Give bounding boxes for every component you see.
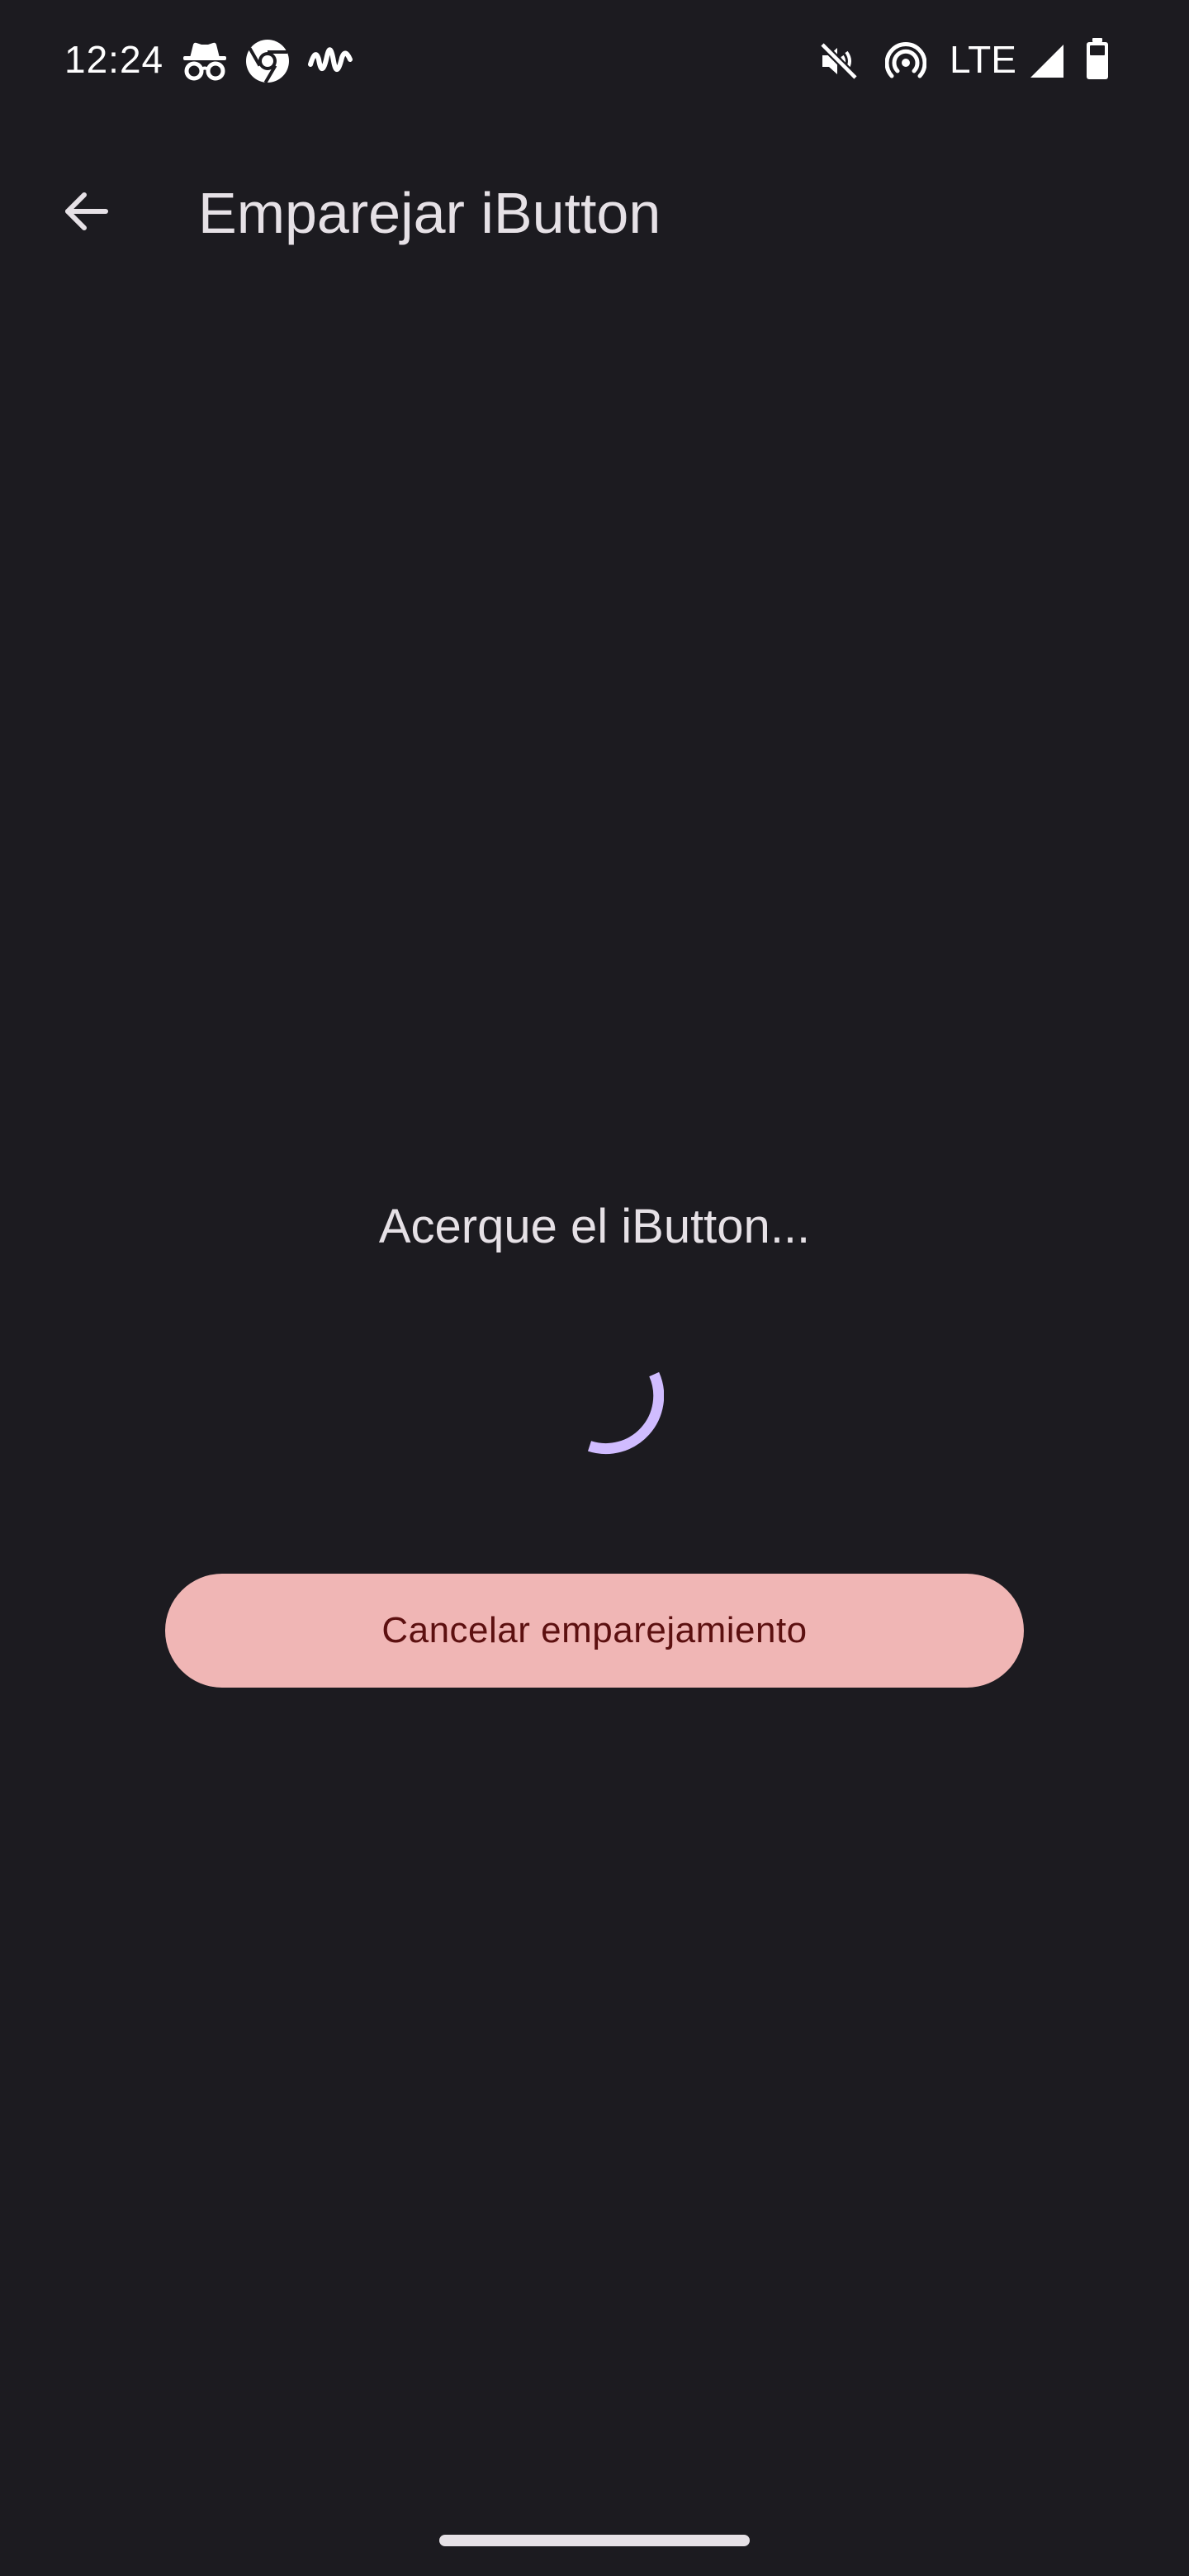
cancel-pairing-button[interactable]: Cancelar emparejamiento xyxy=(165,1574,1024,1688)
status-bar: 12:24 LTE xyxy=(0,0,1189,122)
mute-icon xyxy=(819,41,859,81)
chrome-icon xyxy=(244,38,291,84)
incognito-icon xyxy=(182,40,228,83)
app-bar: Emparejar iButton xyxy=(0,149,1189,272)
signal-icon xyxy=(1029,43,1065,79)
loading-spinner xyxy=(545,1336,665,1455)
pulse-icon xyxy=(307,40,353,83)
page-title: Emparejar iButton xyxy=(198,181,661,245)
battery-icon xyxy=(1085,38,1110,81)
pairing-screen: 12:24 LTE Emparejar iButton Acerque el i… xyxy=(0,0,1189,2576)
status-time: 12:24 xyxy=(64,38,164,81)
pairing-prompt: Acerque el iButton... xyxy=(378,1200,811,1253)
hotspot-icon xyxy=(885,41,926,81)
network-type: LTE xyxy=(950,38,1016,81)
cancel-pairing-label: Cancelar emparejamiento xyxy=(381,1610,808,1650)
back-button[interactable] xyxy=(43,170,129,256)
arrow-back-icon xyxy=(59,185,112,242)
gesture-nav-bar[interactable] xyxy=(439,2535,750,2546)
